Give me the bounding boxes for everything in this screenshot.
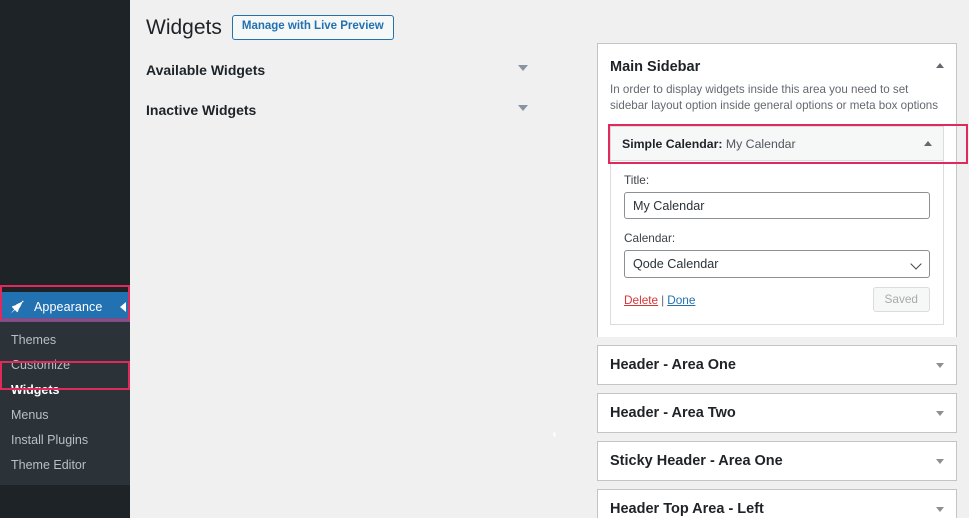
- sidebar-item-widgets[interactable]: Widgets: [0, 378, 130, 403]
- main-content: Widgets Manage with Live Preview Availab…: [130, 0, 969, 518]
- sidebar-top-spacer: [0, 0, 130, 292]
- widget-action-links: Delete | Done: [624, 293, 695, 307]
- title-input[interactable]: [624, 192, 930, 219]
- widget-simple-calendar-form: Title: Calendar: Qode Calendar: [611, 161, 943, 324]
- available-widgets-section[interactable]: Available Widgets: [146, 41, 534, 81]
- chevron-down-icon[interactable]: [936, 459, 944, 464]
- chevron-down-icon[interactable]: [936, 411, 944, 416]
- sidebar-item-install-plugins[interactable]: Install Plugins: [0, 428, 130, 453]
- done-link[interactable]: Done: [667, 293, 695, 307]
- save-button[interactable]: Saved: [872, 287, 930, 312]
- page-title: Widgets: [146, 16, 222, 39]
- widget-area-header-area-one[interactable]: Header - Area One: [597, 345, 957, 385]
- main-sidebar-header-wrap: Main Sidebar In order to display widgets…: [598, 44, 956, 114]
- title-field-label: Title:: [624, 173, 650, 187]
- calendar-select-wrap: Qode Calendar: [624, 250, 930, 278]
- sidebar-item-appearance-label: Appearance: [34, 300, 103, 314]
- sidebar-item-customize[interactable]: Customize: [0, 353, 130, 378]
- appearance-submenu: Themes Customize Widgets Menus Install P…: [0, 322, 130, 485]
- widget-area-header-top-area-left[interactable]: Header Top Area - Left: [597, 489, 957, 518]
- widget-area-title: Sticky Header - Area One: [610, 453, 783, 469]
- widget-simple-calendar-header[interactable]: Simple Calendar: My Calendar: [611, 127, 943, 161]
- calendar-select-value: Qode Calendar: [633, 257, 719, 271]
- inactive-widgets-title: Inactive Widgets: [146, 102, 257, 119]
- calendar-select[interactable]: Qode Calendar: [624, 250, 930, 278]
- widget-area-title: Header - Area One: [610, 357, 736, 373]
- page-header: Widgets Manage with Live Preview: [130, 0, 969, 41]
- widget-area-title: Header - Area Two: [610, 405, 736, 421]
- chevron-up-icon[interactable]: [936, 63, 944, 68]
- pin-icon: [10, 300, 25, 314]
- widget-simple-calendar: Simple Calendar: My Calendar Title: Cale…: [608, 124, 968, 325]
- chevron-down-icon[interactable]: [936, 507, 944, 512]
- widget-area-title: Header Top Area - Left: [610, 501, 764, 517]
- sidebar-item-theme-editor[interactable]: Theme Editor: [0, 453, 130, 478]
- widget-areas-column: Main Sidebar In order to display widgets…: [597, 43, 968, 518]
- widget-instance-label: My Calendar: [725, 136, 796, 151]
- calendar-field-label: Calendar:: [624, 231, 676, 245]
- available-widgets-title: Available Widgets: [146, 62, 266, 79]
- widgets-admin-screen: Appearance Themes Customize Widgets Menu…: [0, 0, 969, 518]
- widget-actions: Delete | Done Saved: [624, 278, 930, 322]
- widget-area-sticky-header-area-one[interactable]: Sticky Header - Area One: [597, 441, 957, 481]
- widget-area-header-area-two[interactable]: Header - Area Two: [597, 393, 957, 433]
- field-spacer: [624, 219, 930, 231]
- chevron-down-icon[interactable]: [518, 105, 528, 112]
- cursor-speck: [553, 432, 556, 437]
- main-sidebar-toggle[interactable]: Main Sidebar In order to display widgets…: [610, 57, 944, 114]
- arrow-left-icon: [120, 302, 126, 312]
- delete-link[interactable]: Delete: [624, 293, 658, 307]
- chevron-down-icon[interactable]: [518, 65, 528, 72]
- chevron-up-icon[interactable]: [924, 141, 932, 146]
- main-sidebar-title: Main Sidebar: [610, 59, 701, 75]
- widget-title-text: Simple Calendar: My Calendar: [622, 137, 796, 151]
- admin-sidebar: Appearance Themes Customize Widgets Menu…: [0, 0, 130, 518]
- main-sidebar-description: In order to display widgets inside this …: [610, 83, 939, 112]
- widget-area-main-sidebar: Main Sidebar In order to display widgets…: [597, 43, 968, 337]
- chevron-down-icon[interactable]: [936, 363, 944, 368]
- inactive-widgets-section[interactable]: Inactive Widgets: [146, 81, 534, 121]
- sidebar-item-themes[interactable]: Themes: [0, 328, 130, 353]
- sidebar-item-menus[interactable]: Menus: [0, 403, 130, 428]
- sidebar-item-appearance[interactable]: Appearance: [0, 292, 130, 322]
- manage-with-live-preview-button[interactable]: Manage with Live Preview: [231, 15, 394, 41]
- widget-type-label: Simple Calendar:: [622, 136, 723, 151]
- action-separator: |: [661, 292, 665, 307]
